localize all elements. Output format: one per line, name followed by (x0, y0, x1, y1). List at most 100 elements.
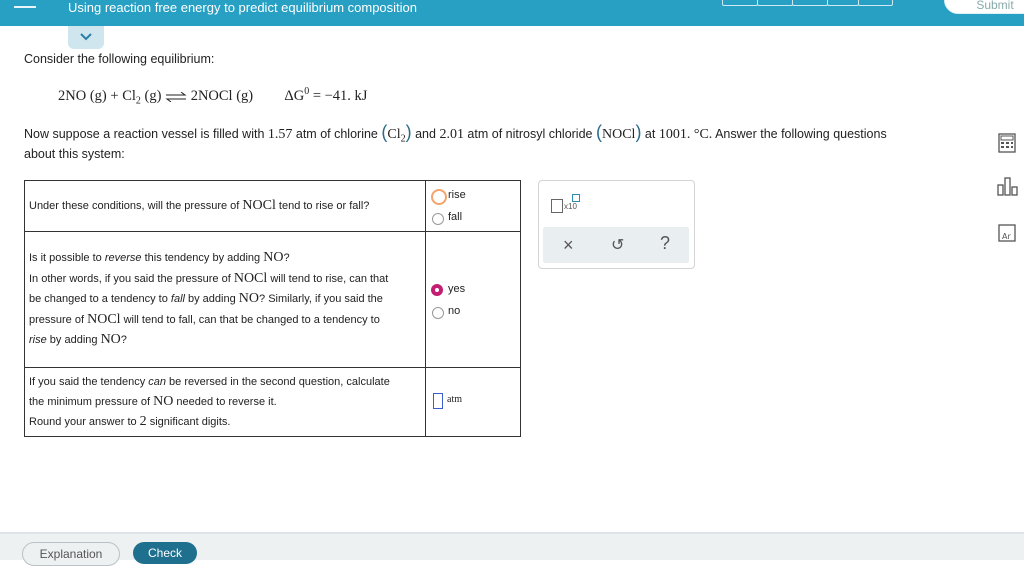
undo-icon[interactable]: ↺ (611, 235, 624, 255)
progress-segment (827, 0, 859, 6)
q1-text: Under these conditions, will the pressur… (29, 199, 243, 212)
bar-chart-icon[interactable] (996, 175, 1018, 197)
paren: ) (405, 122, 412, 142)
progress-segment (757, 0, 793, 6)
superscript: 0 (304, 86, 310, 97)
min-pressure-input[interactable] (433, 393, 443, 409)
q2-text: ? (283, 252, 290, 265)
calculator-icon[interactable] (996, 132, 1018, 154)
intro-text: Consider the following equilibrium: (24, 52, 215, 66)
question-table: Under these conditions, will the pressur… (24, 180, 521, 437)
q3-answer-cell: atm (425, 367, 521, 437)
page-title: Using reaction free energy to predict eq… (68, 0, 418, 15)
radio-no[interactable] (432, 307, 444, 319)
unit-atm: atm (467, 127, 489, 141)
q2-text: pressure of (29, 313, 88, 326)
close-icon[interactable]: × (563, 235, 574, 256)
q2-text: ? (120, 334, 127, 347)
q3-text: Round your answer to (29, 415, 140, 428)
cl2-formula: Cl (387, 127, 401, 142)
answer-text: Answer the following questions (715, 127, 887, 141)
q3-text: significant digits. (146, 415, 231, 428)
svg-text:Ar: Ar (1002, 232, 1011, 241)
exponent-box-icon (572, 194, 580, 202)
species-no: 2NO (58, 87, 87, 104)
q2-text: by adding (184, 293, 239, 306)
equilibrium-equation: 2NO (g) + Cl2 (g) 2NOCl (g) ΔG0 = −41. k… (58, 86, 367, 107)
temperature: 1001. °C. (658, 127, 713, 142)
q3-text: the minimum pressure of (29, 395, 154, 408)
species-no: NO (263, 250, 284, 266)
q1-answer-cell: rise fall (425, 180, 521, 232)
q2-text: Is it possible to (29, 252, 105, 265)
option-no-label: no (448, 305, 461, 317)
q2-emphasis: rise (29, 334, 47, 347)
q2-emphasis: fall (170, 293, 185, 306)
scientific-notation-button[interactable] (551, 199, 563, 213)
state-label: (g) (89, 87, 107, 104)
setup-line-2: about this system: (24, 147, 125, 161)
species-nocl: NOCl (87, 311, 121, 327)
answer-tools-panel: x10 × ↺ ? (538, 180, 695, 269)
equilibrium-arrows-icon (165, 91, 187, 102)
q2-text: be changed to a tendency to (29, 293, 171, 306)
nitrosyl-text: of nitrosyl chloride (491, 127, 593, 141)
collapse-toggle-button[interactable] (68, 26, 104, 49)
and-text: and (415, 127, 436, 141)
menu-icon[interactable] (14, 6, 36, 8)
q2-text: by adding (46, 334, 101, 347)
progress-segment (722, 0, 758, 6)
unit-atm: atm (447, 394, 462, 405)
setup-text: Now suppose a reaction vessel is filled … (24, 127, 265, 141)
q2-text-cell: Is it possible to reverse this tendency … (24, 231, 426, 368)
nocl-pressure: 2.01 (439, 127, 464, 142)
check-button[interactable]: Check (133, 542, 197, 564)
q3-text: be reversed in the second question, calc… (166, 375, 390, 388)
help-icon[interactable]: ? (660, 233, 670, 254)
q3-text-cell: If you said the tendency can be reversed… (24, 367, 426, 437)
radio-fall[interactable] (432, 213, 444, 225)
species-no: NO (153, 393, 174, 409)
chlorine-text: of chlorine (320, 127, 378, 141)
q2-emphasis: reverse (104, 252, 142, 265)
q1-text: tend to rise or fall? (275, 199, 370, 212)
q1-text-cell: Under these conditions, will the pressur… (24, 180, 426, 232)
species-nocl: NOCl (233, 270, 268, 286)
radio-yes[interactable] (431, 284, 443, 296)
q2-text: will tend to rise, can that (267, 272, 389, 285)
option-yes-label: yes (448, 283, 466, 295)
periodic-table-icon[interactable]: Ar (996, 222, 1018, 244)
setup-line-1: Now suppose a reaction vessel is filled … (24, 122, 887, 145)
explanation-button[interactable]: Explanation (22, 542, 120, 566)
q3-emphasis: can (148, 375, 166, 388)
option-fall-label: fall (448, 211, 463, 223)
chevron-down-icon (80, 33, 92, 41)
q2-text: In other words, if you said the pressure… (29, 272, 234, 285)
delta-g-value: = −41. kJ (312, 87, 368, 104)
plus-sign: + (110, 87, 119, 104)
tool-bar: × ↺ ? (543, 227, 689, 263)
q3-text: If you said the tendency (29, 375, 149, 388)
progress-segment (858, 0, 893, 6)
progress-segment (792, 0, 828, 6)
submit-button[interactable]: Submit (944, 0, 1024, 14)
q2-text: will tend to fall, can that be changed t… (120, 313, 380, 326)
species-cl2: Cl (122, 87, 136, 104)
q2-answer-cell: yes no (425, 231, 521, 368)
unit-atm: atm (295, 127, 317, 141)
state-label: (g) (144, 87, 162, 104)
at-text: at (644, 127, 656, 141)
species-no: NO (100, 332, 121, 348)
digit-count: 2 (139, 413, 147, 429)
nocl-formula: NOCl (601, 127, 636, 142)
q3-text: needed to reverse it. (173, 395, 277, 408)
x10-label: x10 (564, 202, 577, 211)
radio-rise[interactable] (431, 189, 447, 205)
species-no: NO (238, 291, 260, 307)
paren: ) (635, 122, 642, 142)
option-rise-label: rise (448, 189, 466, 201)
subscript: 2 (135, 95, 141, 107)
species-nocl: 2NOCl (190, 87, 233, 104)
top-bar: Using reaction free energy to predict eq… (0, 0, 1024, 26)
delta-g-label: ΔG (284, 87, 305, 104)
